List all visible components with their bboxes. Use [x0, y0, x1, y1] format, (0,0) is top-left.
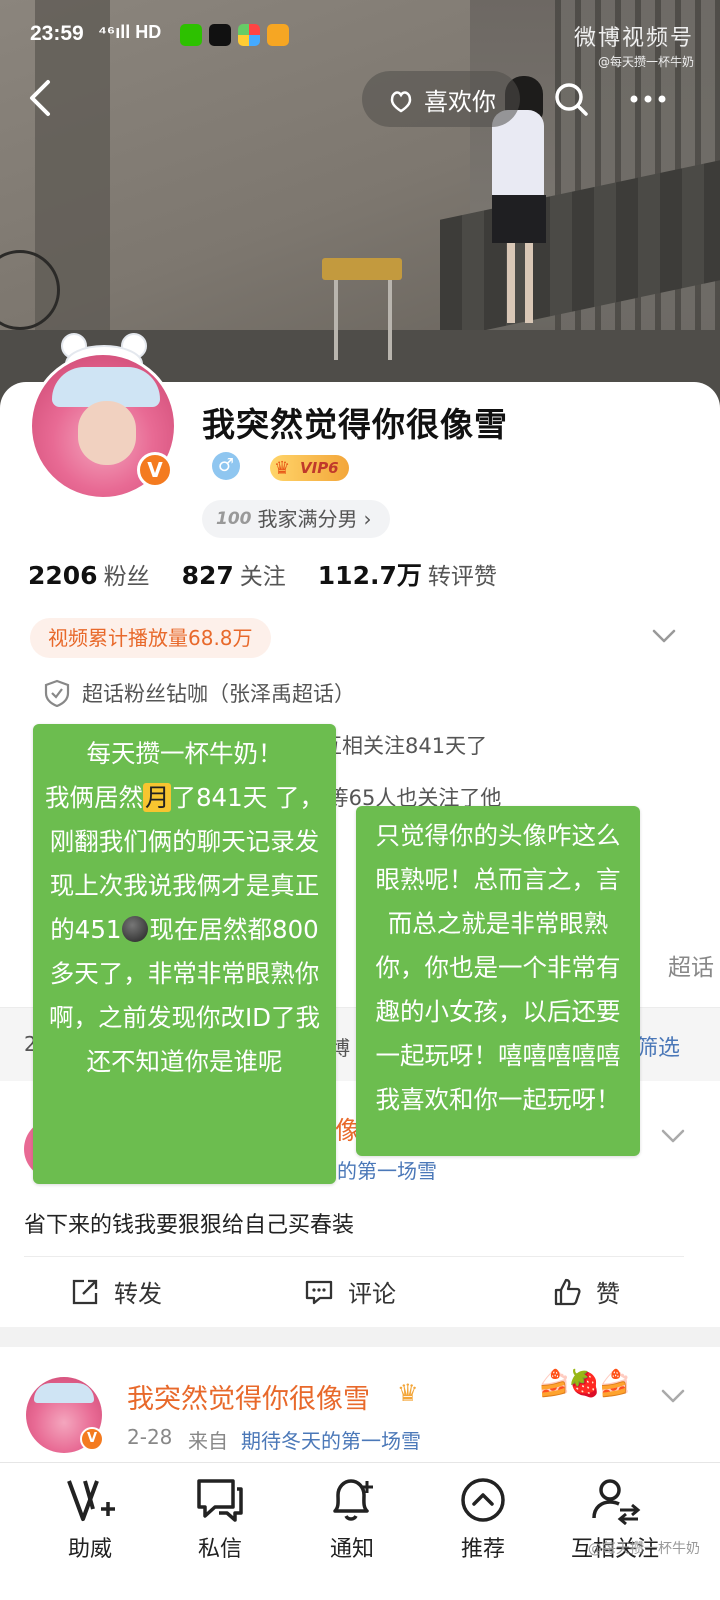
score-100-icon: 100 [216, 509, 252, 529]
superfan-row[interactable]: 超话粉丝钻咖（张泽禹超话） [44, 678, 355, 708]
stat-value: 112.7万 [317, 561, 422, 590]
nav-cheer[interactable]: 助威 [35, 1475, 145, 1563]
cheer-icon [67, 1480, 115, 1521]
highlight-char: 月 [142, 783, 172, 812]
weibo-app-icon [267, 24, 289, 46]
profile-nickname: 我突然觉得你很像雪 [202, 405, 508, 444]
stat-label: 关注 [239, 564, 286, 590]
more-icon[interactable] [628, 86, 668, 112]
like-label: 赞 [596, 1280, 620, 1308]
watermark-brand: 微博视频号 [573, 26, 694, 51]
stat-following[interactable]: 827 关注 [182, 557, 286, 591]
back-icon[interactable] [22, 78, 62, 118]
avatar-face [78, 401, 136, 465]
nav-label: 推荐 [460, 1537, 505, 1562]
message-icon [197, 1479, 243, 1522]
chevron-down-icon[interactable] [660, 1383, 686, 1409]
divider [24, 1256, 684, 1257]
bubble-text: 了841天 [171, 783, 268, 812]
like-you-label: 喜欢你 [424, 87, 496, 116]
post-author-name[interactable]: 我突然觉得你很像雪 [127, 1377, 370, 1416]
chevron-down-icon[interactable] [651, 623, 677, 649]
video-play-count-badge[interactable]: 视频累计播放量68.8万 [30, 618, 271, 658]
pinwheel-icon [238, 24, 260, 46]
message-bubble-left: 每天攒一杯牛奶！ 我俩居然月了841天 了，刚翻我们俩的聊天记录发现上次我说我俩… [33, 724, 336, 1184]
super-topic-link[interactable]: 超话 [668, 948, 714, 982]
cover-desk [322, 258, 402, 280]
chevron-down-icon[interactable] [660, 1123, 686, 1149]
bell-icon [333, 1479, 373, 1521]
bubble-text: 只觉得你的头像咋这么眼熟呢！总而言之，言而总之就是非常眼熟你，你也是一个非常有趣… [375, 821, 621, 1114]
comment-icon [305, 1280, 333, 1304]
bottom-nav: 助威 私信 通知 推荐 互相关注 [0, 1462, 720, 1600]
post-date: 2-28 [127, 1425, 173, 1449]
message-bubble-right: 只觉得你的头像咋这么眼熟呢！总而言之，言而总之就是非常眼熟你，你也是一个非常有趣… [356, 806, 640, 1156]
status-bar: 23:59 ⁴⁶ıll HD 微博视频号 @每天攒一杯牛奶 [0, 0, 720, 70]
stat-label: 粉丝 [103, 564, 150, 590]
like-you-button[interactable]: 喜欢你 [362, 71, 520, 127]
filter-button[interactable]: 筛选 [636, 1030, 680, 1062]
post-from-label: 来自 [188, 1429, 228, 1453]
post-source[interactable]: 期待冬天的第一场雪 [241, 1425, 421, 1454]
thumbs-up-icon [554, 1278, 581, 1305]
vip-label: VIP6 [300, 459, 339, 477]
post-source[interactable]: 的第一场雪 [337, 1155, 437, 1184]
crown-icon: ♛ [274, 458, 291, 479]
cover-desk-legs [334, 280, 392, 360]
profile-stats: 2206 粉丝 827 关注 112.7万 转评赞 [28, 556, 497, 592]
cake-decoration-icon: 🍰🍓🍰 [538, 1369, 631, 1399]
heart-hand-icon [390, 91, 412, 113]
nav-messages[interactable]: 私信 [165, 1475, 275, 1563]
stat-value: 2206 [28, 561, 98, 590]
vip-badge[interactable]: ♛ VIP6 [270, 455, 349, 481]
watermark-handle: @每天攒一杯牛奶 [597, 55, 694, 69]
profile-tag-button[interactable]: 100 我家满分男 › [202, 500, 390, 538]
repost-label: 转发 [114, 1280, 162, 1308]
stat-engagement[interactable]: 112.7万 转评赞 [318, 556, 497, 592]
section-gap [0, 1327, 720, 1347]
stat-value: 827 [181, 561, 234, 590]
shield-icon [44, 679, 70, 707]
avatar-hat [34, 1383, 94, 1403]
status-time: 23:59 [30, 22, 84, 45]
nav-recommend[interactable]: 推荐 [428, 1475, 538, 1563]
mutual-follow-icon [592, 1479, 641, 1525]
tiktok-icon [209, 24, 231, 46]
bubble-text: 每天攒一杯牛奶！ [86, 739, 283, 768]
repost-icon [72, 1279, 98, 1304]
cover-girl-legs [507, 243, 533, 323]
profile-tag-label: 我家满分男 [257, 507, 358, 531]
search-icon[interactable] [552, 80, 590, 118]
signal-indicator: ⁴⁶ıll HD [98, 22, 162, 42]
comment-label: 评论 [348, 1280, 396, 1308]
stat-label: 转评赞 [427, 564, 497, 590]
like-button[interactable]: 赞 [552, 1274, 620, 1309]
verified-badge-icon: V [80, 1427, 104, 1451]
nav-label: 私信 [197, 1537, 242, 1562]
superfan-label: 超话粉丝钻咖（张泽禹超话） [82, 682, 355, 706]
crown-icon: ♛ [397, 1379, 419, 1407]
recommend-icon [461, 1478, 505, 1522]
bubble-text: 我俩居然 [44, 783, 143, 812]
comment-button[interactable]: 评论 [304, 1274, 396, 1309]
nav-notifications[interactable]: 通知 [297, 1475, 407, 1563]
wechat-icon [180, 24, 202, 46]
post-text: 省下来的钱我要狠狠给自己买春装 [24, 1213, 355, 1238]
chevron-right-icon: › [363, 507, 372, 531]
stat-followers[interactable]: 2206 粉丝 [28, 557, 150, 591]
nav-label: 通知 [329, 1537, 374, 1562]
male-icon: ♂ [212, 452, 240, 480]
cover-girl-skirt [492, 195, 546, 243]
bottom-watermark: @每天攒一杯牛奶 [588, 1541, 700, 1557]
dark-face-emoji-icon [121, 916, 148, 942]
repost-button[interactable]: 转发 [70, 1274, 162, 1309]
video-watermark: 微博视频号 @每天攒一杯牛奶 [574, 20, 694, 70]
verified-badge-icon: V [137, 452, 173, 488]
nav-label: 助威 [67, 1537, 112, 1562]
